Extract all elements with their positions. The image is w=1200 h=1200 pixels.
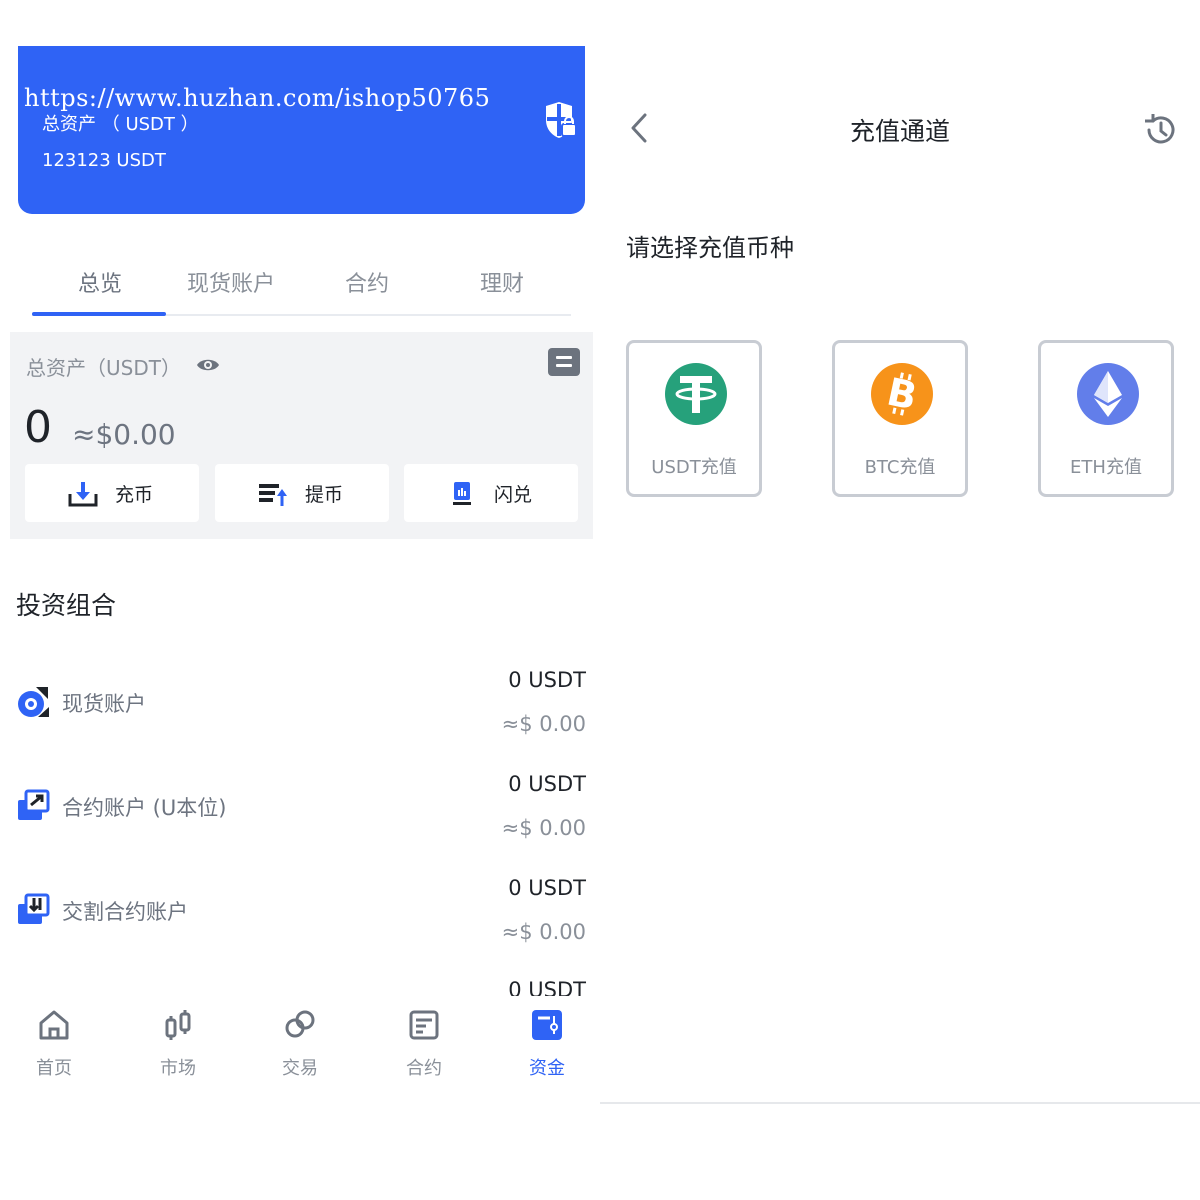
banner-total-label: 总资产 （ USDT ） xyxy=(42,114,199,135)
total-asset-usd: ≈$0.00 xyxy=(72,418,176,451)
bottom-nav: 首页 市场 交易 合约 资金 xyxy=(0,996,600,1079)
nav-funds[interactable]: 资金 xyxy=(512,1002,582,1079)
flash-exchange-icon xyxy=(453,482,471,505)
portfolio-row-contract[interactable]: 合约账户 (U本位) 0 USDT ≈$ 0.00 xyxy=(0,764,600,864)
history-icon[interactable] xyxy=(1142,112,1178,148)
active-tab-indicator xyxy=(32,312,166,316)
nav-market-label: 市场 xyxy=(160,1058,196,1079)
market-icon xyxy=(165,1010,191,1040)
flash-exchange-button[interactable]: 闪兑 xyxy=(404,464,578,522)
tab-finance[interactable]: 理财 xyxy=(480,266,524,298)
trade-icon xyxy=(285,1010,315,1038)
deposit-label: 充币 xyxy=(115,484,154,506)
home-icon xyxy=(39,1010,69,1040)
recharge-screen: 充值通道 请选择充值币种 USDT充值 B BTC充值 ETH充值 xyxy=(600,0,1200,1200)
nav-contract-label: 合约 xyxy=(406,1058,442,1079)
account-tabs: 总览 现货账户 合约 理财 xyxy=(32,256,571,316)
portfolio-name: 交割合约账户 xyxy=(62,900,188,924)
nav-home-label: 首页 xyxy=(36,1058,72,1079)
btc-recharge-label: BTC充值 xyxy=(864,457,936,478)
select-coin-prompt: 请选择充值币种 xyxy=(626,234,794,262)
total-asset-card: 总资产（USDT） 0 ≈$0.00 充币 提币 闪兑 xyxy=(10,332,593,539)
eth-recharge-card[interactable]: ETH充值 xyxy=(1038,340,1174,497)
page-title: 充值通道 xyxy=(849,117,950,146)
watermark-text: https://www.huzhan.com/ishop50765 xyxy=(24,84,491,112)
portfolio-usd: ≈$ 0.00 xyxy=(501,816,586,840)
portfolio-value: 0 USDT xyxy=(508,668,586,692)
withdraw-button[interactable]: 提币 xyxy=(215,464,389,522)
usdt-recharge-card[interactable]: USDT充值 xyxy=(626,340,762,497)
deposit-icon xyxy=(68,482,98,507)
contract-account-icon xyxy=(18,789,50,820)
funds-screen: https://www.huzhan.com/ishop50765 总资产 （ … xyxy=(0,0,600,1200)
portfolio-name: 合约账户 (U本位) xyxy=(62,796,227,820)
nav-funds-label: 资金 xyxy=(529,1058,565,1079)
btc-recharge-card[interactable]: B BTC充值 xyxy=(832,340,968,497)
total-asset-title: 总资产（USDT） xyxy=(26,356,181,380)
tab-spot-account[interactable]: 现货账户 xyxy=(187,266,275,298)
flash-exchange-label: 闪兑 xyxy=(494,484,533,506)
withdraw-label: 提币 xyxy=(305,484,344,506)
delivery-contract-icon xyxy=(18,893,50,924)
banner-total-value: 123123 USDT xyxy=(42,150,166,171)
portfolio-name: 现货账户 xyxy=(62,692,146,716)
deposit-button[interactable]: 充币 xyxy=(25,464,199,522)
portfolio-value: 0 USDT xyxy=(508,772,586,796)
nav-home[interactable]: 首页 xyxy=(19,1002,89,1079)
portfolio-title: 投资组合 xyxy=(16,591,117,620)
total-asset-amount: 0 xyxy=(24,402,52,453)
tab-contract[interactable]: 合约 xyxy=(345,266,389,298)
portfolio-row-delivery[interactable]: 交割合约账户 0 USDT ≈$ 0.00 xyxy=(0,868,600,968)
portfolio-usd: ≈$ 0.00 xyxy=(501,920,586,944)
spot-account-icon xyxy=(18,687,49,717)
bottom-divider xyxy=(600,1102,1200,1104)
usdt-icon xyxy=(665,363,727,425)
security-shield-icon[interactable] xyxy=(542,102,578,140)
funds-icon xyxy=(532,1010,562,1040)
portfolio-row-spot[interactable]: 现货账户 0 USDT ≈$ 0.00 xyxy=(0,660,600,760)
nav-contract[interactable]: 合约 xyxy=(389,1002,459,1079)
nav-market[interactable]: 市场 xyxy=(143,1002,213,1079)
eye-icon[interactable] xyxy=(196,356,220,374)
contract-icon xyxy=(409,1010,439,1040)
records-menu-icon[interactable] xyxy=(548,348,580,376)
portfolio-value: 0 USDT xyxy=(508,876,586,900)
withdraw-icon xyxy=(259,484,287,506)
nav-trade-label: 交易 xyxy=(282,1058,318,1079)
nav-trade[interactable]: 交易 xyxy=(265,1002,335,1079)
eth-recharge-label: ETH充值 xyxy=(1070,457,1142,478)
tab-overview[interactable]: 总览 xyxy=(78,266,122,298)
eth-icon xyxy=(1077,363,1139,425)
portfolio-usd: ≈$ 0.00 xyxy=(501,712,586,736)
btc-icon: B xyxy=(871,363,933,425)
usdt-recharge-label: USDT充值 xyxy=(651,457,737,478)
